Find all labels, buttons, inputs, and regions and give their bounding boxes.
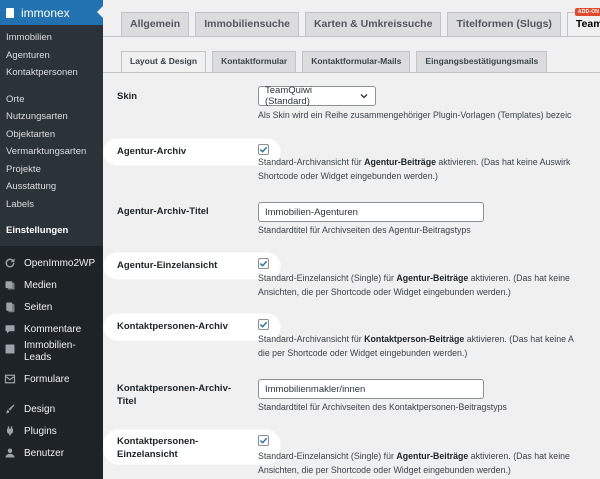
menu-design[interactable]: Design xyxy=(0,398,103,420)
tab-kontaktformular-mails[interactable]: Kontaktformular-Mails xyxy=(302,51,411,72)
brush-icon xyxy=(4,403,16,415)
skin-label: Skin xyxy=(117,91,138,102)
refresh-icon xyxy=(4,257,16,269)
menu-seiten[interactable]: Seiten xyxy=(0,296,103,318)
agentur-einzelansicht-checkbox[interactable] xyxy=(258,258,269,269)
submenu-projekte[interactable]: Projekte xyxy=(0,161,103,179)
tab-layout-design[interactable]: Layout & Design xyxy=(121,51,207,73)
chevron-down-icon xyxy=(360,94,368,99)
leads-icon xyxy=(4,343,16,355)
agentur-einzelansicht-description-2: Ansichten, die per Shortcode oder Widget… xyxy=(258,287,511,297)
submenu-agenturen[interactable]: Agenturen xyxy=(0,47,103,65)
immonex-submenu: Immobilien Agenturen Kontaktpersonen Ort… xyxy=(0,25,103,246)
submenu-immobilien[interactable]: Immobilien xyxy=(0,29,103,47)
kontaktpersonen-einzelansicht-description-1: Standard-Einzelansicht (Single) für Agen… xyxy=(258,451,570,461)
submenu-objektarten[interactable]: Objektarten xyxy=(0,126,103,144)
tab-eingangsbestaetigungsmails[interactable]: Eingangsbestätigungsmails xyxy=(416,51,548,72)
checkmark-icon xyxy=(259,260,268,267)
tab-karten-umkreissuche[interactable]: Karten & Umkreissuche xyxy=(304,12,442,36)
agentur-archiv-description-1: Standard-Archivansicht für Agentur-Beitr… xyxy=(258,157,571,167)
menu-immobilien-leads[interactable]: Immobilien- Leads xyxy=(0,340,103,368)
kontaktpersonen-einzelansicht-highlight: Kontaktpersonen- Einzelansicht xyxy=(104,430,280,464)
submenu-orte[interactable]: Orte xyxy=(0,91,103,109)
addon-badge: ADD-ON xyxy=(574,8,600,16)
user-icon xyxy=(4,447,16,459)
skin-select-value: TeamQuiwi (Standard) xyxy=(265,85,312,107)
menu-kommentare[interactable]: Kommentare xyxy=(0,318,103,340)
media-icon xyxy=(4,279,16,291)
primary-tabs: Allgemein Immobiliensuche Karten & Umkre… xyxy=(121,8,600,37)
primary-tabs-divider xyxy=(103,36,600,37)
kontaktpersonen-einzelansicht-description-2: Ansichten, die per Shortcode oder Widget… xyxy=(258,465,511,475)
kontaktpersonen-archiv-titel-label: Kontaktpersonen-Archiv- Titel xyxy=(117,383,232,407)
submenu-vermarktungsarten[interactable]: Vermarktungsarten xyxy=(0,143,103,161)
menu-immobilien-leads-label: Immobilien- Leads xyxy=(24,340,76,363)
kontaktpersonen-archiv-description-2: die per Shortcode oder Widget eingebunde… xyxy=(258,348,468,358)
kontaktpersonen-archiv-titel-input[interactable] xyxy=(258,379,484,399)
tab-titelformen[interactable]: Titelformen (Slugs) xyxy=(447,12,561,36)
secondary-tabs-divider xyxy=(103,72,600,73)
menu-plugins[interactable]: Plugins xyxy=(0,420,103,442)
comments-icon xyxy=(4,323,16,335)
plugin-icon xyxy=(4,425,16,437)
menu-openimmo2wp[interactable]: OpenImmo2WP xyxy=(0,252,103,274)
kontaktpersonen-archiv-titel-description: Standardtitel für Archivseiten des Konta… xyxy=(258,402,507,412)
submenu-nutzungsarten[interactable]: Nutzungsarten xyxy=(0,108,103,126)
skin-select[interactable]: TeamQuiwi (Standard) xyxy=(258,85,376,107)
submenu-labels[interactable]: Labels xyxy=(0,196,103,214)
agentur-archiv-description-2: Shortcode oder Widget eingebunden werden… xyxy=(258,171,438,181)
settings-page: Allgemein Immobiliensuche Karten & Umkre… xyxy=(103,0,600,479)
menu-benutzer[interactable]: Benutzer xyxy=(0,442,103,464)
kontaktpersonen-archiv-description-1: Standard-Archivansicht für Kontaktperson… xyxy=(258,334,574,344)
admin-sidebar: immonex Immobilien Agenturen Kontaktpers… xyxy=(0,0,103,479)
submenu-ausstattung[interactable]: Ausstattung xyxy=(0,178,103,196)
submenu-kontaktpersonen[interactable]: Kontaktpersonen xyxy=(0,64,103,82)
menu-medien[interactable]: Medien xyxy=(0,274,103,296)
sidebar-menu-immonex[interactable]: immonex xyxy=(0,0,103,25)
checkmark-icon xyxy=(259,321,268,328)
kontaktpersonen-einzelansicht-label: Kontaktpersonen- Einzelansicht xyxy=(117,436,199,460)
agentur-einzelansicht-label: Agentur-Einzelansicht xyxy=(117,260,218,271)
checkmark-icon xyxy=(259,146,268,153)
agentur-archiv-titel-description: Standardtitel für Archivseiten des Agent… xyxy=(258,225,471,235)
agentur-archiv-highlight: Agentur-Archiv xyxy=(104,139,280,165)
checkmark-icon xyxy=(259,437,268,444)
kontaktpersonen-archiv-label: Kontaktpersonen-Archiv xyxy=(117,321,228,332)
menu-formulare[interactable]: Formulare xyxy=(0,368,103,390)
skin-description: Als Skin wird ein Reihe zusammengehörige… xyxy=(258,110,572,120)
agentur-archiv-titel-label: Agentur-Archiv-Titel xyxy=(117,206,209,217)
tab-immobiliensuche[interactable]: Immobiliensuche xyxy=(195,12,299,36)
forms-icon xyxy=(4,373,16,385)
agentur-archiv-label: Agentur-Archiv xyxy=(117,146,187,157)
tab-team[interactable]: ADD-ON Team xyxy=(566,8,600,37)
agentur-einzelansicht-description-1: Standard-Einzelansicht (Single) für Agen… xyxy=(258,273,570,283)
agentur-einzelansicht-highlight: Agentur-Einzelansicht xyxy=(104,253,280,279)
kontaktpersonen-archiv-checkbox[interactable] xyxy=(258,319,269,330)
kontaktpersonen-archiv-highlight: Kontaktpersonen-Archiv xyxy=(104,314,280,340)
immonex-logo-icon xyxy=(6,7,14,18)
tab-kontaktformular[interactable]: Kontaktformular xyxy=(212,51,297,72)
sidebar-title: immonex xyxy=(21,5,70,20)
agentur-archiv-titel-input[interactable] xyxy=(258,202,484,222)
submenu-einstellungen[interactable]: Einstellungen xyxy=(0,222,103,240)
admin-main-menu: OpenImmo2WP Medien Seiten Kommentare Imm… xyxy=(0,252,103,464)
agentur-archiv-checkbox[interactable] xyxy=(258,144,269,155)
secondary-tabs: Layout & Design Kontaktformular Kontaktf… xyxy=(121,51,553,73)
tab-allgemein[interactable]: Allgemein xyxy=(121,12,190,36)
pages-icon xyxy=(4,301,16,313)
tab-team-label: Team xyxy=(575,18,600,30)
kontaktpersonen-einzelansicht-checkbox[interactable] xyxy=(258,435,269,446)
